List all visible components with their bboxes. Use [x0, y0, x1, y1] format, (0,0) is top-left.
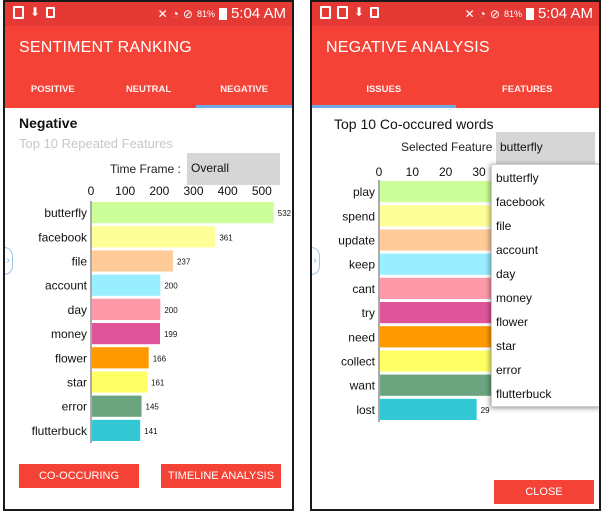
- x-tick-label: 200: [149, 184, 169, 198]
- data-label: 200: [164, 306, 178, 315]
- category-label: error: [62, 400, 87, 414]
- close-button[interactable]: CLOSE: [494, 480, 594, 504]
- category-label: facebook: [38, 230, 88, 244]
- bar: [92, 250, 173, 272]
- dropdown-option[interactable]: file: [492, 213, 599, 237]
- category-label: try: [362, 306, 375, 320]
- category-label: flower: [55, 351, 87, 365]
- category-label: butterfly: [44, 206, 87, 220]
- data-label: 361: [219, 233, 233, 242]
- category-label: money: [51, 327, 87, 341]
- data-label: 145: [146, 403, 160, 412]
- data-label: 200: [164, 282, 178, 291]
- co-occurring-button[interactable]: CO-OCCURING: [19, 464, 139, 488]
- bar: [380, 205, 494, 227]
- dropdown-option[interactable]: star: [492, 333, 599, 357]
- category-label: account: [45, 279, 88, 293]
- dropdown-option[interactable]: butterfly: [492, 165, 599, 189]
- bar: [92, 274, 161, 296]
- data-label: 166: [153, 354, 167, 363]
- dropdown-option[interactable]: day: [492, 261, 599, 285]
- bar: [380, 398, 477, 420]
- category-label: keep: [349, 258, 375, 272]
- x-tick-label: 100: [115, 184, 135, 198]
- category-label: collect: [341, 355, 376, 369]
- bar: [380, 374, 494, 396]
- feature-dropdown-list: butterfly facebook file account day money flow…: [491, 164, 599, 407]
- category-label: star: [67, 376, 87, 390]
- right-phone-screen: ⬇ ✕ ◔ ⊘ 81% 5:04 AM NEGATIVE ANALYSIS IS…: [310, 0, 601, 511]
- feature-bar-chart: 0 100 200 300 400 500 butterfly 532 facebook 361 f…: [32, 184, 292, 443]
- category-label: lost: [356, 403, 375, 417]
- data-label: 29: [481, 406, 490, 415]
- data-label: 161: [151, 379, 165, 388]
- bar: [380, 326, 494, 348]
- bar: [92, 347, 149, 369]
- category-label: file: [72, 255, 88, 269]
- bar: [380, 302, 494, 324]
- bar: [92, 395, 142, 417]
- category-label: update: [338, 234, 375, 248]
- category-label: cant: [352, 282, 375, 296]
- category-label: spend: [342, 209, 375, 223]
- category-label: day: [68, 303, 87, 317]
- category-label: play: [353, 185, 375, 199]
- bar: [92, 323, 160, 345]
- x-tick-label: 10: [406, 165, 420, 179]
- x-tick-label: 300: [183, 184, 203, 198]
- category-label: need: [348, 330, 375, 344]
- bar: [92, 298, 161, 320]
- dropdown-option[interactable]: account: [492, 237, 599, 261]
- data-label: 532: [278, 209, 292, 218]
- bar: [92, 226, 216, 248]
- bar: [92, 371, 148, 393]
- category-label: flutterbuck: [32, 424, 88, 438]
- bar: [92, 202, 274, 224]
- bar: [380, 277, 494, 299]
- data-label: 141: [144, 427, 158, 436]
- bar: [380, 181, 494, 203]
- x-tick-label: 0: [376, 165, 383, 179]
- x-tick-label: 20: [439, 165, 453, 179]
- dropdown-option[interactable]: money: [492, 285, 599, 309]
- x-tick-label: 0: [88, 184, 95, 198]
- dropdown-option[interactable]: flutterbuck: [492, 381, 599, 405]
- bar: [380, 229, 494, 251]
- bar: [380, 253, 494, 275]
- x-tick-label: 500: [252, 184, 272, 198]
- dropdown-option[interactable]: facebook: [492, 189, 599, 213]
- left-phone-screen: ⬇ ✕ ◔ ⊘ 81% 5:04 AM SENTIMENT RANKING PO…: [3, 0, 294, 511]
- bar: [380, 350, 494, 372]
- x-tick-label: 30: [472, 165, 486, 179]
- x-tick-label: 400: [218, 184, 238, 198]
- data-label: 199: [164, 330, 178, 339]
- timeline-analysis-button[interactable]: TIMELINE ANALYSIS: [161, 464, 281, 488]
- dropdown-option[interactable]: error: [492, 357, 599, 381]
- bar: [92, 419, 141, 441]
- category-label: want: [349, 379, 376, 393]
- data-label: 237: [177, 258, 191, 267]
- dropdown-option[interactable]: flower: [492, 309, 599, 333]
